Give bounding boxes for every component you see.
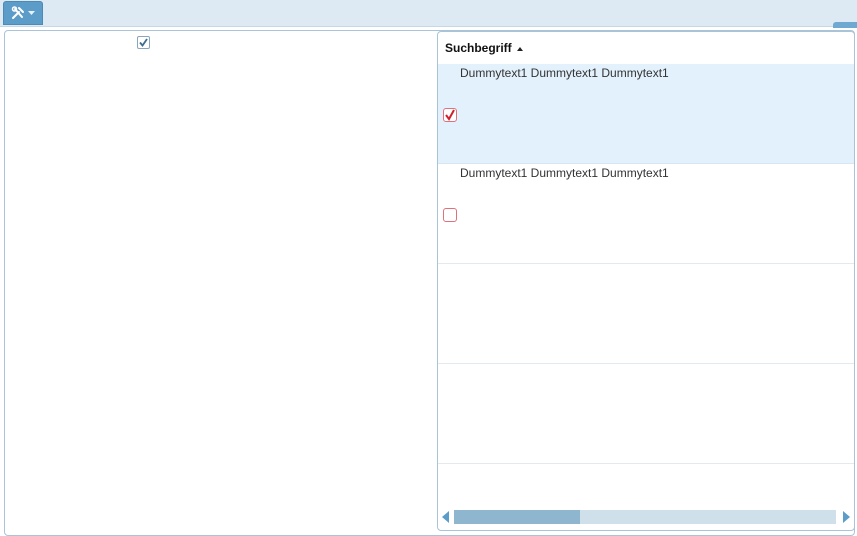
sort-ascending-icon (516, 46, 523, 51)
table-row[interactable] (438, 364, 854, 464)
table-row[interactable] (438, 264, 854, 364)
table-row[interactable]: Dummytext1 Dummytext1 Dummytext1 (438, 64, 854, 164)
tools-icon (11, 6, 24, 19)
checkmark-icon (139, 38, 148, 47)
scroll-track[interactable] (454, 510, 836, 524)
scroll-thumb[interactable] (454, 510, 580, 524)
row-text: Dummytext1 Dummytext1 Dummytext1 (460, 66, 669, 80)
row-text: Dummytext1 Dummytext1 Dummytext1 (460, 166, 669, 180)
select-all-checkbox[interactable] (137, 36, 150, 49)
table-row[interactable]: Dummytext1 Dummytext1 Dummytext1 (438, 164, 854, 264)
top-toolbar (0, 0, 857, 28)
row-checkbox[interactable] (443, 108, 457, 122)
search-term-grid: Suchbegriff Dummytext1 Dummytext1 Dummyt… (437, 31, 855, 531)
scroll-right-arrow-icon[interactable] (843, 511, 850, 523)
grid-header[interactable]: Suchbegriff (438, 32, 854, 64)
chevron-down-icon (28, 10, 35, 15)
scroll-left-arrow-icon[interactable] (442, 511, 449, 523)
grid-rows: Dummytext1 Dummytext1 Dummytext1 Dummyte… (438, 64, 854, 464)
horizontal-scrollbar[interactable] (442, 509, 850, 525)
main-panel: Suchbegriff Dummytext1 Dummytext1 Dummyt… (4, 30, 855, 536)
column-header-suchbegriff[interactable]: Suchbegriff (445, 41, 512, 55)
row-checkbox[interactable] (443, 208, 457, 222)
collapsed-tab[interactable] (833, 22, 857, 28)
checkmark-icon (445, 109, 455, 121)
tools-menu-button[interactable] (3, 1, 43, 25)
left-pane (5, 31, 437, 535)
